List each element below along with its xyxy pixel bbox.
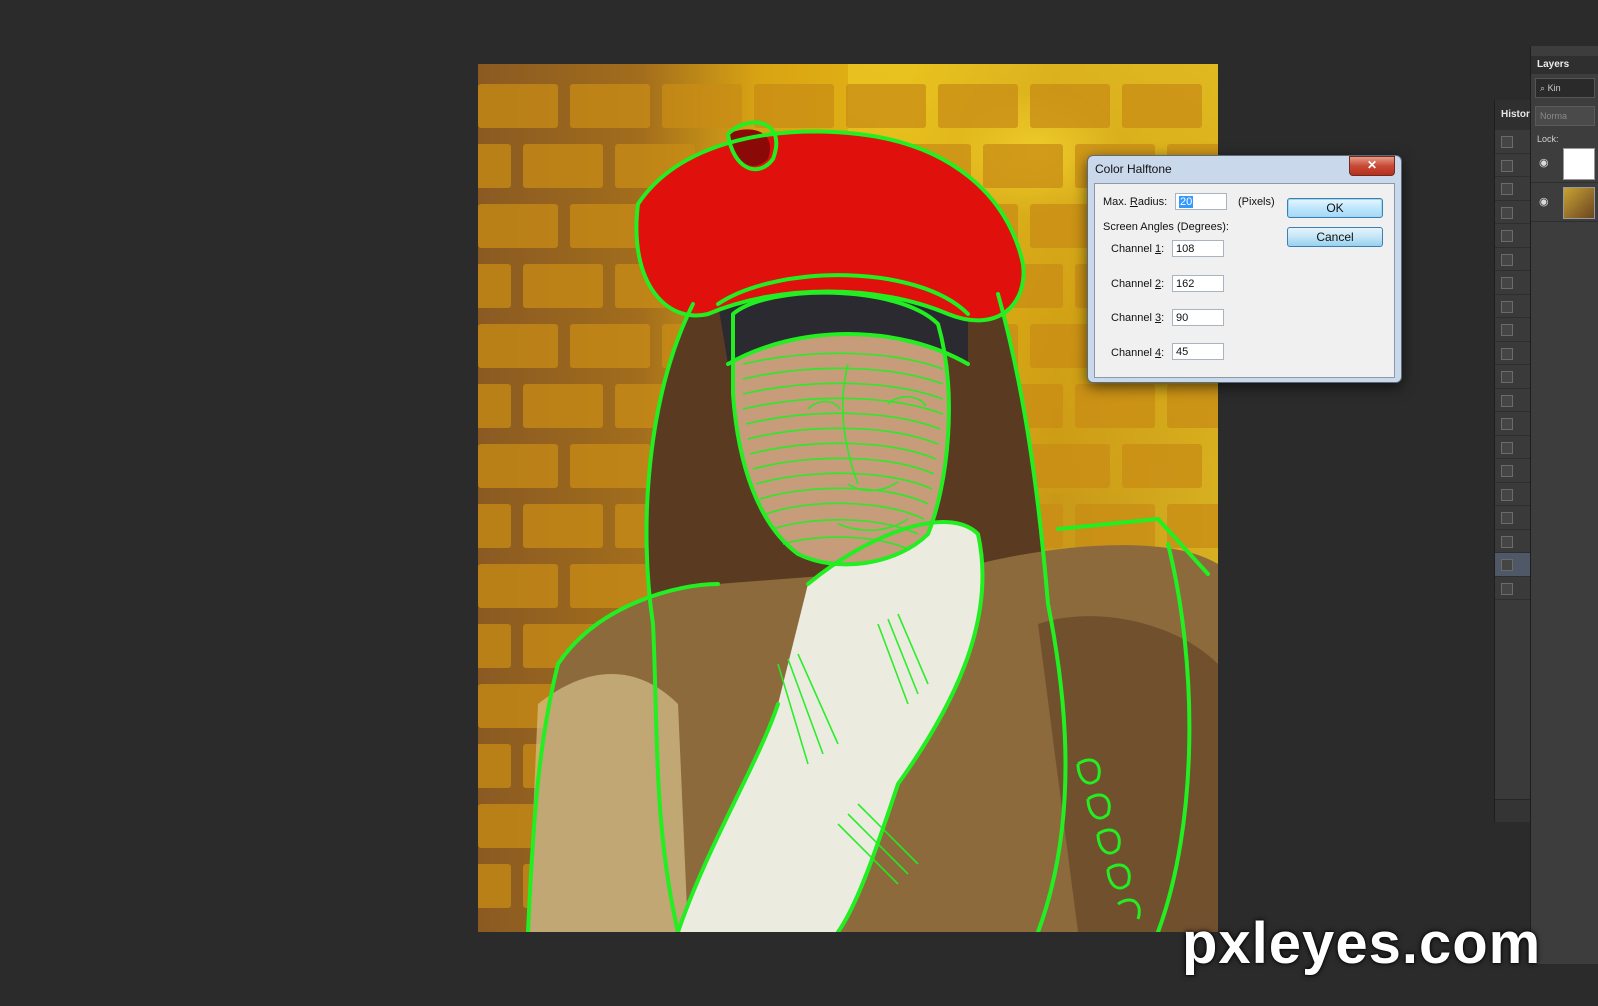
channel-3-input[interactable]: 90 [1172, 309, 1224, 326]
eye-icon[interactable]: ◉ [1539, 195, 1551, 208]
history-row[interactable] [1495, 459, 1531, 483]
history-checkbox[interactable] [1501, 441, 1513, 454]
dialog-body: Max. Radius: 20 (Pixels) Screen Angles (… [1094, 183, 1395, 378]
history-checkbox[interactable] [1501, 347, 1513, 360]
history-row[interactable] [1495, 483, 1531, 506]
history-row[interactable] [1495, 224, 1531, 248]
history-checkbox[interactable] [1501, 559, 1513, 571]
history-checkbox[interactable] [1501, 582, 1513, 595]
history-row[interactable] [1495, 318, 1531, 342]
watermark: pxleyes.com [1182, 911, 1542, 976]
history-row[interactable] [1495, 295, 1531, 318]
channel-3-label: Channel 3: [1111, 312, 1165, 324]
channel-4-input[interactable]: 45 [1172, 343, 1224, 360]
channel-4-label: Channel 4: [1111, 347, 1165, 359]
history-checkbox[interactable] [1501, 206, 1513, 219]
history-checkbox[interactable] [1501, 277, 1513, 289]
history-row[interactable] [1495, 365, 1531, 389]
layer-thumbnail [1563, 148, 1595, 180]
history-checkbox[interactable] [1501, 253, 1513, 266]
history-list [1495, 130, 1531, 600]
close-icon[interactable]: ✕ [1349, 156, 1395, 176]
history-row[interactable] [1495, 201, 1531, 224]
history-row[interactable] [1495, 436, 1531, 459]
max-radius-unit: (Pixels) [1238, 196, 1275, 208]
history-checkbox[interactable] [1501, 394, 1513, 407]
history-checkbox[interactable] [1501, 512, 1513, 524]
dialog-title: Color Halftone [1095, 162, 1172, 176]
history-checkbox[interactable] [1501, 535, 1513, 548]
layer-row[interactable]: ◉ [1531, 144, 1598, 183]
lock-label: Lock: [1537, 134, 1559, 144]
layer-filter-kind-text: Kin [1547, 83, 1561, 93]
history-checkbox[interactable] [1501, 418, 1513, 430]
history-row[interactable] [1495, 154, 1531, 177]
screen-angles-label: Screen Angles (Degrees): [1103, 221, 1229, 233]
history-checkbox[interactable] [1501, 300, 1513, 313]
cancel-button[interactable]: Cancel [1287, 227, 1383, 247]
history-row[interactable] [1495, 130, 1531, 154]
history-row[interactable] [1495, 412, 1531, 436]
history-row[interactable] [1495, 271, 1531, 295]
history-row[interactable] [1495, 342, 1531, 365]
history-row[interactable] [1495, 248, 1531, 271]
layers-tab[interactable]: Layers [1531, 56, 1598, 74]
history-panel-title[interactable]: Histor [1495, 100, 1531, 130]
history-panel[interactable]: Histor [1494, 100, 1531, 822]
layer-filter-kind[interactable]: ⌕ Kin [1535, 78, 1595, 98]
channel-1-input[interactable]: 108 [1172, 240, 1224, 257]
search-icon: ⌕ [1540, 83, 1546, 93]
history-row[interactable] [1495, 530, 1531, 553]
history-row[interactable] [1495, 389, 1531, 412]
history-row[interactable] [1495, 553, 1531, 577]
history-checkbox[interactable] [1501, 324, 1513, 336]
max-radius-input[interactable]: 20 [1175, 193, 1227, 210]
max-radius-label: Max. Radius: [1103, 196, 1168, 208]
layer-row[interactable]: ◉ [1531, 183, 1598, 222]
history-checkbox[interactable] [1501, 159, 1513, 172]
history-checkbox[interactable] [1501, 183, 1513, 195]
channel-2-label: Channel 2: [1111, 278, 1165, 290]
history-checkbox[interactable] [1501, 371, 1513, 383]
layer-thumbnail [1563, 187, 1595, 219]
ok-button[interactable]: OK [1287, 198, 1383, 218]
color-halftone-dialog: Color Halftone ✕ Max. Radius: 20 (Pixels… [1087, 155, 1402, 383]
history-row[interactable] [1495, 506, 1531, 530]
history-checkbox[interactable] [1501, 488, 1513, 501]
history-footer [1495, 799, 1531, 822]
channel-2-input[interactable]: 162 [1172, 275, 1224, 292]
history-row[interactable] [1495, 177, 1531, 201]
history-checkbox[interactable] [1501, 136, 1513, 148]
eye-icon[interactable]: ◉ [1539, 156, 1551, 169]
history-checkbox[interactable] [1501, 465, 1513, 477]
blend-mode-select[interactable]: Norma [1535, 106, 1595, 126]
layers-panel[interactable]: Layers ⌕ Kin Norma Lock: ◉ ◉ [1530, 46, 1598, 964]
history-checkbox[interactable] [1501, 230, 1513, 242]
channel-1-label: Channel 1: [1111, 243, 1165, 255]
history-row[interactable] [1495, 577, 1531, 600]
